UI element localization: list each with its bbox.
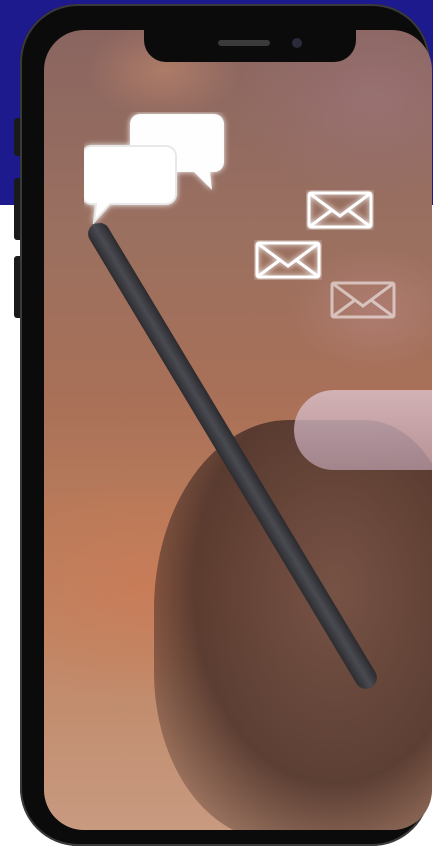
speaker-grille <box>218 40 270 46</box>
phone-frame <box>20 4 432 846</box>
chat-bubbles-icon <box>84 114 224 224</box>
phone-screen <box>44 30 432 830</box>
hand <box>154 420 432 830</box>
front-camera <box>292 38 302 48</box>
illustration <box>0 0 433 848</box>
envelope-icon <box>307 191 373 229</box>
envelope-icon <box>255 241 321 279</box>
thumb <box>294 390 432 470</box>
envelope-icon <box>330 281 396 319</box>
